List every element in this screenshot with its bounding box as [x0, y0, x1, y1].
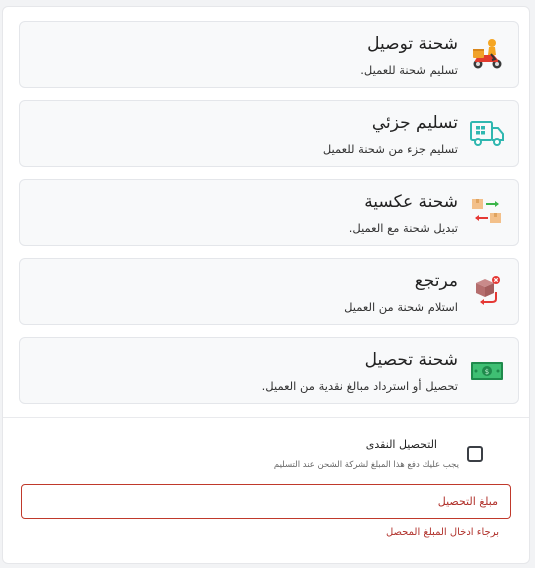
shipment-option-description: تبديل شحنة مع العميل.: [348, 221, 458, 235]
shipment-option-title: تسليم جزئي: [371, 113, 458, 133]
cash-collection-hint: يجب عليك دفع هذا المبلغ لشركة الشحن عند …: [273, 460, 459, 470]
return-box-icon: [470, 274, 504, 308]
shipment-option-description: تسليم جزء من شحنة للعميل: [322, 142, 458, 156]
svg-text:$: $: [485, 368, 489, 376]
shipment-option-title: شحنة تحصيل: [364, 350, 458, 370]
shipment-type-panel: شحنة توصيل تسليم شحنة للعميل. تسليم جزئي…: [2, 6, 530, 564]
cash-collection-label: التحصيل النقدى: [365, 438, 437, 451]
shipment-option-description: تسليم شحنة للعميل.: [360, 63, 458, 77]
shipment-option-cash-collection[interactable]: $ شحنة تحصيل تحصيل أو استرداد مبالغ نقدي…: [19, 337, 519, 404]
section-divider: [3, 417, 529, 418]
shipment-option-title: شحنة عكسية: [364, 192, 458, 212]
shipment-option-title: شحنة توصيل: [367, 34, 458, 54]
shipment-option-title: مرتجع: [414, 271, 458, 291]
amount-error-message: برجاء ادخال المبلغ المحصل: [385, 527, 499, 538]
delivery-scooter-icon: [470, 37, 504, 71]
shipment-option-exchange[interactable]: شحنة عكسية تبديل شحنة مع العميل.: [19, 179, 519, 246]
shipment-option-delivery[interactable]: شحنة توصيل تسليم شحنة للعميل.: [19, 21, 519, 88]
collection-amount-input[interactable]: [21, 484, 511, 519]
exchange-boxes-icon: [470, 195, 504, 229]
cash-collection-checkbox[interactable]: [467, 446, 483, 462]
delivery-truck-icon: [470, 116, 504, 150]
shipment-option-description: تحصيل أو استرداد مبالغ نقدية من العميل.: [261, 379, 458, 393]
shipment-option-partial-delivery[interactable]: تسليم جزئي تسليم جزء من شحنة للعميل: [19, 100, 519, 167]
cash-banknote-icon: $: [470, 353, 504, 387]
shipment-option-description: استلام شحنة من العميل: [344, 300, 458, 314]
shipment-option-return[interactable]: مرتجع استلام شحنة من العميل: [19, 258, 519, 325]
